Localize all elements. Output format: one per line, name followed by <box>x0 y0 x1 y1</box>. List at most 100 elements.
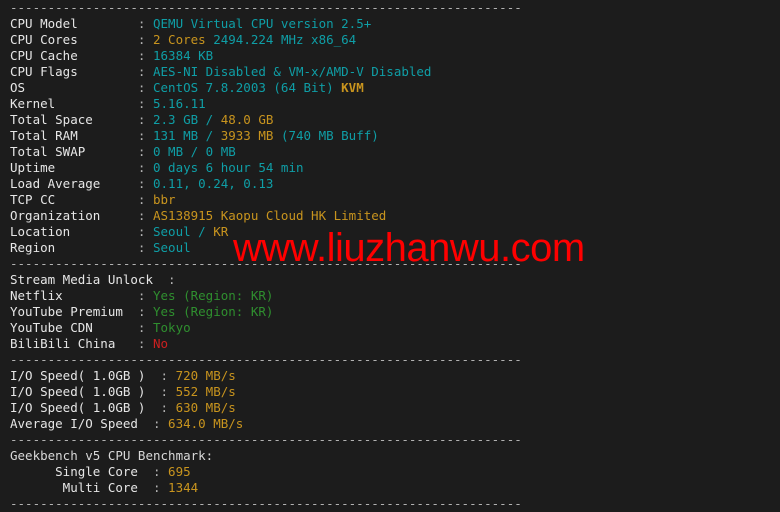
row-kernel: Kernel : 5.16.11 <box>10 96 780 112</box>
value-location-city: Seoul / <box>153 224 214 239</box>
colon: : <box>115 224 153 239</box>
value-ram-used: 131 MB / <box>153 128 221 143</box>
value-bilibili-china: No <box>153 336 169 351</box>
separator-after-io: ----------------------------------------… <box>10 432 522 447</box>
label-tcp-cc: TCP CC <box>10 192 116 207</box>
row-tcp-cc: TCP CC : bbr <box>10 192 780 208</box>
separator-top: ----------------------------------------… <box>10 0 522 15</box>
value-space-total: 48.0 GB <box>220 112 274 127</box>
label-organization: Organization <box>10 208 116 223</box>
colon: : <box>145 368 176 383</box>
label-total-ram: Total RAM <box>10 128 116 143</box>
label-bilibili-china: BiliBili China <box>10 336 116 351</box>
colon: : <box>115 160 153 175</box>
row-total-swap: Total SWAP : 0 MB / 0 MB <box>10 144 780 160</box>
system-info-block: CPU Model : QEMU Virtual CPU version 2.5… <box>10 16 780 256</box>
row-region: Region : Seoul <box>10 240 780 256</box>
value-location-country: KR <box>213 224 229 239</box>
label-io-speed-1: I/O Speed( 1.0GB ) <box>10 368 146 383</box>
colon: : <box>145 400 176 415</box>
label-stream-media-unlock: Stream Media Unlock <box>10 272 153 287</box>
label-cpu-cores: CPU Cores <box>10 32 116 47</box>
value-os: CentOS 7.8.2003 (64 Bit) <box>153 80 342 95</box>
value-load-average: 0.11, 0.24, 0.13 <box>153 176 274 191</box>
colon: : <box>115 112 153 127</box>
row-bilibili-china: BiliBili China : No <box>10 336 780 352</box>
value-uptime: 0 days 6 hour 54 min <box>153 160 304 175</box>
colon: : <box>115 208 153 223</box>
value-cpu-cores-count: 2 Cores <box>153 32 206 47</box>
geekbench-block: Geekbench v5 CPU Benchmark: Single Core … <box>10 448 780 496</box>
value-netflix: Yes (Region: KR) <box>153 288 274 303</box>
label-uptime: Uptime <box>10 160 116 175</box>
colon: : <box>115 288 153 303</box>
value-geekbench-single-core: 695 <box>168 464 191 479</box>
value-cpu-flags: AES-NI Disabled & VM-x/AMD-V Disabled <box>153 64 432 79</box>
value-region: Seoul <box>153 240 191 255</box>
colon: : <box>115 16 153 31</box>
colon: : <box>115 240 153 255</box>
value-io-speed-3: 630 MB/s <box>175 400 236 415</box>
value-kernel: 5.16.11 <box>153 96 206 111</box>
colon: : <box>115 176 153 191</box>
colon: : <box>115 64 153 79</box>
label-io-speed-average: Average I/O Speed <box>10 416 146 431</box>
row-organization: Organization : AS138915 Kaopu Cloud HK L… <box>10 208 780 224</box>
row-uptime: Uptime : 0 days 6 hour 54 min <box>10 160 780 176</box>
row-netflix: Netflix : Yes (Region: KR) <box>10 288 780 304</box>
row-cpu-flags: CPU Flags : AES-NI Disabled & VM-x/AMD-V… <box>10 64 780 80</box>
terminal-screen: ----------------------------------------… <box>0 0 780 512</box>
colon: : <box>115 192 153 207</box>
value-organization: AS138915 Kaopu Cloud HK Limited <box>153 208 387 223</box>
row-youtube-cdn: YouTube CDN : Tokyo <box>10 320 780 336</box>
label-region: Region <box>10 240 116 255</box>
label-geekbench-single-core: Single Core <box>10 464 146 479</box>
value-io-speed-1: 720 MB/s <box>175 368 236 383</box>
row-total-ram: Total RAM : 131 MB / 3933 MB (740 MB Buf… <box>10 128 780 144</box>
value-geekbench-multi-core: 1344 <box>168 480 199 495</box>
colon: : <box>122 304 153 319</box>
value-ram-buff: (740 MB Buff) <box>273 128 379 143</box>
colon: : <box>153 272 184 287</box>
row-youtube-premium: YouTube Premium : Yes (Region: KR) <box>10 304 780 320</box>
value-youtube-cdn: Tokyo <box>153 320 191 335</box>
value-ram-total: 3933 MB <box>220 128 274 143</box>
label-total-space: Total Space <box>10 112 116 127</box>
label-youtube-cdn: YouTube CDN <box>10 320 116 335</box>
row-cpu-model: CPU Model : QEMU Virtual CPU version 2.5… <box>10 16 780 32</box>
value-io-speed-average: 634.0 MB/s <box>168 416 244 431</box>
label-total-swap: Total SWAP <box>10 144 116 159</box>
label-cpu-cache: CPU Cache <box>10 48 116 63</box>
colon: : <box>145 480 169 495</box>
row-io-speed-2: I/O Speed( 1.0GB ) : 552 MB/s <box>10 384 780 400</box>
value-cpu-cores-detail: 2494.224 MHz x86_64 <box>205 32 357 47</box>
colon: : <box>115 128 153 143</box>
row-cpu-cache: CPU Cache : 16384 KB <box>10 48 780 64</box>
terminal-window: ----------------------------------------… <box>0 0 780 512</box>
io-speed-block: I/O Speed( 1.0GB ) : 720 MB/s I/O Speed(… <box>10 368 780 432</box>
row-io-speed-3: I/O Speed( 1.0GB ) : 630 MB/s <box>10 400 780 416</box>
colon: : <box>115 48 153 63</box>
value-os-virt: KVM <box>341 80 364 95</box>
colon: : <box>115 144 153 159</box>
value-cpu-model: QEMU Virtual CPU version 2.5+ <box>153 16 372 31</box>
value-io-speed-2: 552 MB/s <box>175 384 236 399</box>
label-os: OS <box>10 80 116 95</box>
colon: : <box>145 384 176 399</box>
row-cpu-cores: CPU Cores : 2 Cores 2494.224 MHz x86_64 <box>10 32 780 48</box>
colon: : <box>145 464 169 479</box>
row-location: Location : Seoul / KR <box>10 224 780 240</box>
label-cpu-model: CPU Model <box>10 16 116 31</box>
row-os: OS : CentOS 7.8.2003 (64 Bit) KVM <box>10 80 780 96</box>
geekbench-title: Geekbench v5 CPU Benchmark: <box>10 448 214 463</box>
separator-bottom: ----------------------------------------… <box>10 496 522 511</box>
colon: : <box>115 336 153 351</box>
row-stream-media-header: Stream Media Unlock : <box>10 272 780 288</box>
row-geekbench-multi-core: Multi Core : 1344 <box>10 480 780 496</box>
label-youtube-premium: YouTube Premium <box>10 304 123 319</box>
stream-media-block: Stream Media Unlock : Netflix : Yes (Reg… <box>10 272 780 352</box>
value-youtube-premium: Yes (Region: KR) <box>153 304 274 319</box>
label-netflix: Netflix <box>10 288 116 303</box>
row-io-speed-average: Average I/O Speed : 634.0 MB/s <box>10 416 780 432</box>
value-tcp-cc: bbr <box>153 192 176 207</box>
